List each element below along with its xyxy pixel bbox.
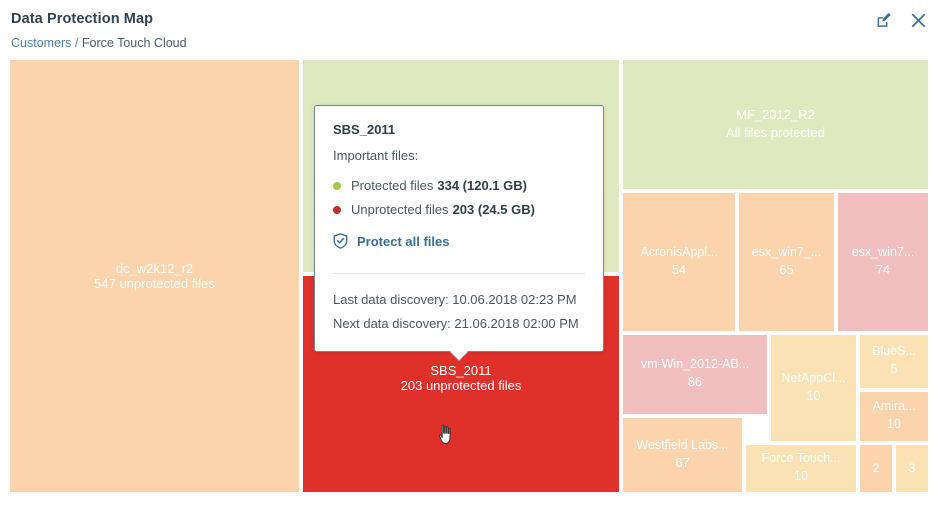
tile-value: All files protected [726, 123, 825, 143]
tile-label: esx_win7_... [752, 244, 821, 261]
tile-tooltip: SBS_2011 Important files: Protected file… [314, 105, 604, 352]
tooltip-subtitle: Important files: [333, 148, 585, 163]
treemap-tile-westfield-labs[interactable]: Westfield Labs... 67 [621, 416, 744, 494]
tile-value: 10 [807, 387, 821, 406]
treemap-tile-small-3[interactable]: 3 [894, 443, 930, 494]
tile-label: Amira... [872, 398, 915, 415]
tile-value: 2 [873, 459, 880, 478]
tile-label: dc_w2k12_r2 [116, 261, 193, 276]
header-actions [874, 10, 928, 30]
tile-label: AcronisAppl... [640, 244, 717, 261]
tile-value: 3 [909, 459, 916, 478]
tooltip-protected-label: Protected files [351, 178, 433, 193]
tile-label: MF_2012_R2 [736, 106, 815, 124]
treemap-tile-esx-win7-a[interactable]: esx_win7_... 65 [737, 191, 836, 333]
tile-value: 5 [891, 360, 898, 379]
tooltip-row-protected: Protected files 334 (120.1 GB) [333, 178, 585, 193]
protect-all-files-label: Protect all files [357, 234, 449, 249]
treemap-tile-amira[interactable]: Amira... 10 [858, 390, 930, 443]
tile-label: Westfield Labs... [636, 437, 728, 454]
tooltip-row-unprotected: Unprotected files 203 (24.5 GB) [333, 202, 585, 217]
treemap-tile-netappcl[interactable]: NetAppCl... 10 [769, 333, 858, 443]
tile-label: vm-Win_2012-AB... [641, 356, 749, 373]
tile-value: 10 [794, 467, 808, 486]
tile-label: SBS_2011 [430, 363, 491, 378]
treemap-tile-dc-w2k12-r2[interactable]: dc_w2k12_r2 547 unprotected files [8, 58, 301, 494]
tile-value: 54 [672, 261, 686, 280]
breadcrumb-current: Force Touch Cloud [82, 36, 187, 50]
tile-label: NetAppCl... [782, 370, 846, 387]
tooltip-footer: Last data discovery: 10.06.2018 02:23 PM… [315, 274, 603, 351]
tile-value: 86 [688, 373, 702, 392]
tooltip-unprotected-value: 203 (24.5 GB) [453, 202, 535, 217]
tile-label: Force Touch... [762, 450, 841, 467]
tile-label: BlueS... [872, 343, 916, 360]
window-header: Data Protection Map Customers / Force To… [0, 0, 938, 56]
tooltip-unprotected-label: Unprotected files [351, 202, 449, 217]
data-protection-map-window: Data Protection Map Customers / Force To… [0, 0, 938, 510]
tooltip-protected-value: 334 (120.1 GB) [437, 178, 527, 193]
treemap-tile-blues[interactable]: BlueS... 5 [858, 333, 930, 390]
legend-dot-unprotected-icon [333, 206, 341, 214]
treemap-tile-mf-2012-r2[interactable]: MF_2012_R2 All files protected [621, 58, 930, 191]
tile-value: 547 unprotected files [94, 276, 215, 291]
legend-dot-protected-icon [333, 182, 341, 190]
treemap-tile-force-touch[interactable]: Force Touch... 10 [744, 443, 858, 494]
tooltip-title: SBS_2011 [333, 122, 585, 137]
treemap-right-group: MF_2012_R2 All files protected AcronisAp… [621, 58, 930, 494]
tile-value: 74 [876, 261, 890, 280]
edit-icon[interactable] [874, 10, 894, 30]
treemap-tile-small-2[interactable]: 2 [858, 443, 894, 494]
treemap-tile-vm-win-2012-ab[interactable]: vm-Win_2012-AB... 86 [621, 333, 769, 416]
protect-all-files-button[interactable]: Protect all files [333, 233, 585, 249]
last-data-discovery: Last data discovery: 10.06.2018 02:23 PM [333, 288, 585, 312]
tooltip-arrow [450, 351, 468, 360]
tooltip-body: SBS_2011 Important files: Protected file… [315, 106, 603, 263]
shield-check-icon [333, 233, 348, 249]
page-title: Data Protection Map [11, 11, 153, 27]
treemap-tile-acronisappl[interactable]: AcronisAppl... 54 [621, 191, 737, 333]
breadcrumb-link-customers[interactable]: Customers [11, 36, 71, 50]
breadcrumb: Customers / Force Touch Cloud [11, 36, 187, 50]
tile-label: esx_win7... [852, 244, 915, 261]
next-data-discovery: Next data discovery: 21.06.2018 02:00 PM [333, 312, 585, 336]
breadcrumb-separator: / [75, 36, 78, 50]
tile-value: 10 [887, 415, 901, 434]
tile-value: 65 [780, 261, 794, 280]
tile-value: 67 [676, 454, 690, 473]
treemap-tile-esx-win7-b[interactable]: esx_win7... 74 [836, 191, 930, 333]
tile-value: 203 unprotected files [401, 378, 522, 393]
close-icon[interactable] [908, 10, 928, 30]
